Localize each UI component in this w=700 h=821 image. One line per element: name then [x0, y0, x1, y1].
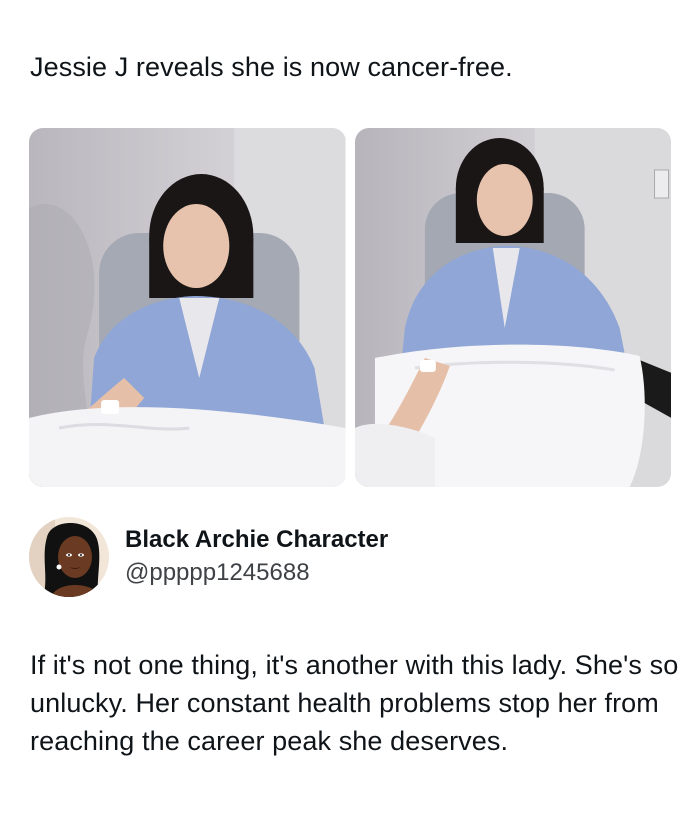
display-name[interactable]: Black Archie Character — [125, 525, 388, 555]
tweet-author[interactable]: Black Archie Character @ppppp1245688 — [29, 517, 388, 597]
cartoon-avatar-icon — [29, 517, 109, 597]
post-headline: Jessie J reveals she is now cancer-free. — [30, 52, 513, 82]
photo-grid — [29, 128, 671, 487]
photo-left[interactable] — [29, 128, 346, 487]
tweet-text: If it's not one thing, it's another with… — [30, 650, 679, 756]
author-names: Black Archie Character @ppppp1245688 — [125, 525, 388, 588]
photo-hospital-gown-right-icon — [354, 128, 671, 487]
avatar[interactable] — [29, 517, 109, 597]
user-handle[interactable]: @ppppp1245688 — [125, 558, 388, 588]
photo-right[interactable] — [354, 128, 671, 487]
photo-hospital-gown-left-icon — [29, 128, 346, 487]
